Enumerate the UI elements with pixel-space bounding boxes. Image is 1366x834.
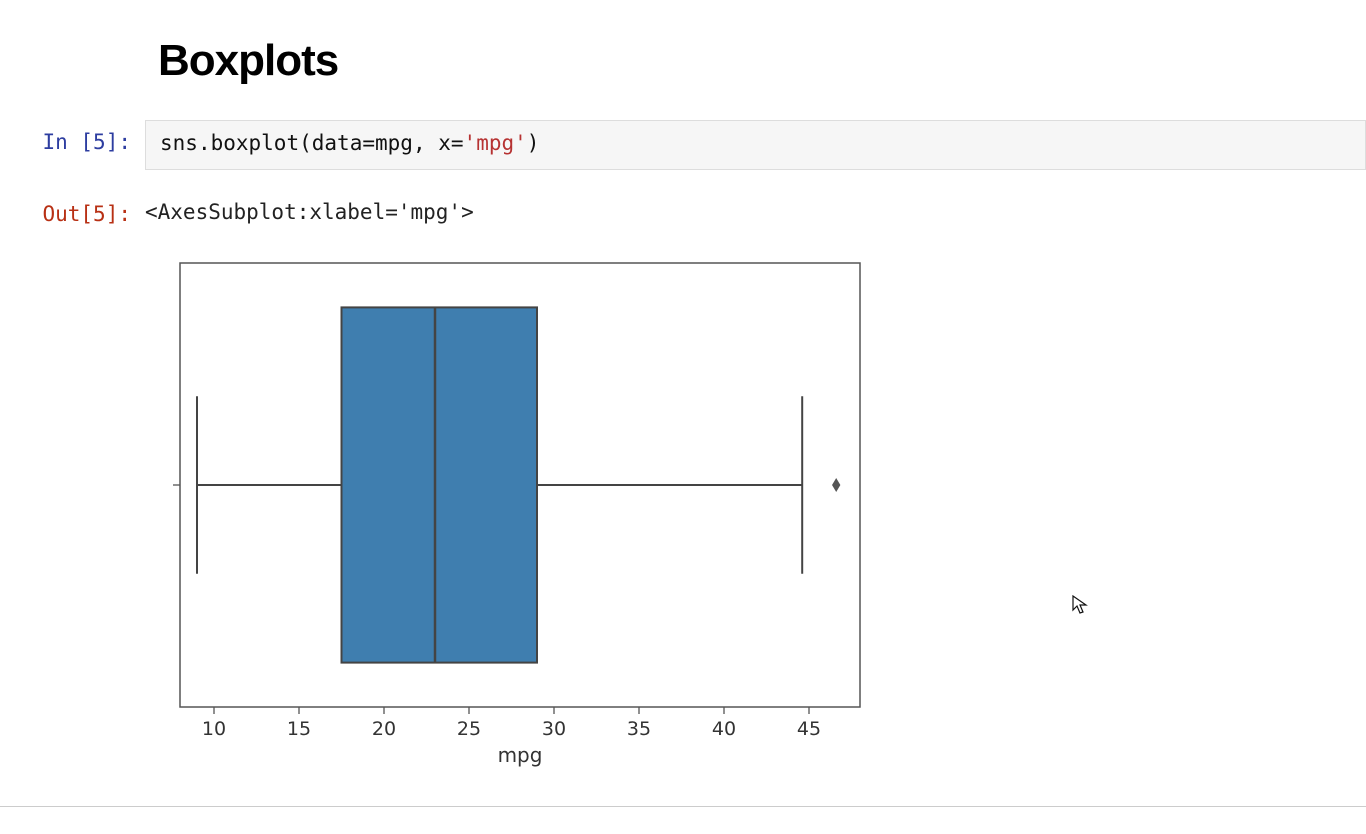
output-cell: Out[5]: <AxesSubplot:xlabel='mpg'> bbox=[0, 192, 1366, 226]
x-tick-label: 20 bbox=[372, 718, 396, 740]
x-tick-label: 10 bbox=[202, 718, 226, 740]
code-token: sns bbox=[160, 131, 198, 155]
code-token: ( bbox=[299, 131, 312, 155]
input-prompt: In [5]: bbox=[0, 120, 145, 170]
boxplot-chart: 10 15 20 25 30 35 40 45 mpg bbox=[130, 245, 900, 805]
code-cell: In [5]: sns.boxplot(data=mpg, x='mpg') bbox=[0, 120, 1366, 170]
page-title: Boxplots bbox=[158, 36, 338, 86]
code-token: mpg bbox=[375, 131, 413, 155]
code-token: x bbox=[438, 131, 451, 155]
code-token: = bbox=[362, 131, 375, 155]
outlier-marker bbox=[833, 479, 840, 491]
x-tick-label: 40 bbox=[712, 718, 736, 740]
code-input-area[interactable]: sns.boxplot(data=mpg, x='mpg') bbox=[145, 120, 1366, 170]
x-tick-label: 15 bbox=[287, 718, 311, 740]
cell-separator bbox=[0, 806, 1366, 807]
chart-svg: 10 15 20 25 30 35 40 45 mpg bbox=[130, 245, 900, 805]
code-token: boxplot bbox=[211, 131, 300, 155]
x-axis-label: mpg bbox=[498, 743, 543, 767]
x-tick-label: 45 bbox=[797, 718, 821, 740]
cursor-icon bbox=[1072, 595, 1088, 615]
box-iqr bbox=[342, 307, 538, 662]
code-token: . bbox=[198, 131, 211, 155]
output-prompt: Out[5]: bbox=[0, 192, 145, 226]
code-token: ) bbox=[527, 131, 540, 155]
code-token: data bbox=[312, 131, 363, 155]
output-repr: <AxesSubplot:xlabel='mpg'> bbox=[145, 192, 1366, 226]
code-token: , bbox=[413, 131, 438, 155]
x-tick-label: 30 bbox=[542, 718, 566, 740]
code-token: = bbox=[451, 131, 464, 155]
x-tick-label: 35 bbox=[627, 718, 651, 740]
x-tick-label: 25 bbox=[457, 718, 481, 740]
code-token: 'mpg' bbox=[464, 131, 527, 155]
